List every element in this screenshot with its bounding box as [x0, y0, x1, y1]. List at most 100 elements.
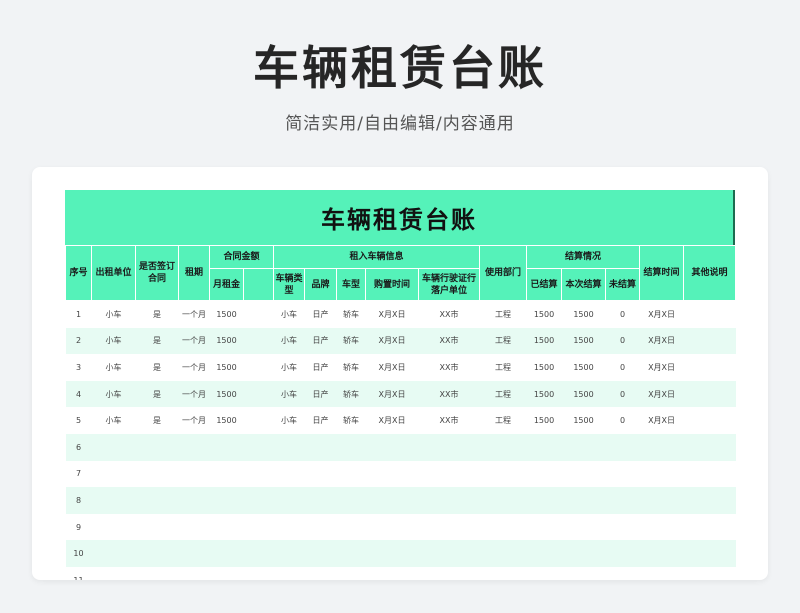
- cell-model[interactable]: 轿车: [336, 327, 366, 355]
- cell-department[interactable]: [479, 487, 527, 514]
- cell-unit[interactable]: 小车: [91, 354, 136, 381]
- cell-notes[interactable]: [683, 300, 736, 328]
- cell-notes[interactable]: [683, 487, 736, 514]
- cell-license-unit[interactable]: [418, 540, 480, 567]
- cell-settled[interactable]: [526, 566, 562, 580]
- cell-unsettled[interactable]: [605, 487, 640, 514]
- cell-license-unit[interactable]: [418, 566, 480, 580]
- cell-seq[interactable]: 2: [65, 327, 92, 355]
- cell-settle-time[interactable]: [639, 487, 684, 514]
- cell-brand[interactable]: [304, 460, 337, 488]
- cell-license-unit[interactable]: XX市: [418, 354, 480, 381]
- cell-period[interactable]: 一个月: [178, 300, 210, 328]
- cell-settled[interactable]: [526, 487, 562, 514]
- cell-monthly-rent[interactable]: 1500: [209, 407, 244, 434]
- cell-vehicle-type[interactable]: 小车: [273, 354, 305, 381]
- cell-license-unit[interactable]: XX市: [418, 327, 480, 355]
- cell-vehicle-type[interactable]: [273, 540, 305, 567]
- cell-purchase-time[interactable]: X月X日: [365, 407, 419, 434]
- cell-unit[interactable]: [91, 513, 136, 541]
- cell-monthly-rent[interactable]: [209, 540, 244, 567]
- cell-this-settle[interactable]: 1500: [561, 354, 606, 381]
- cell-department[interactable]: [479, 513, 527, 541]
- cell-model[interactable]: 轿车: [336, 380, 366, 408]
- cell-seq[interactable]: 7: [65, 460, 92, 488]
- cell-model[interactable]: [336, 433, 366, 461]
- cell-purchase-time[interactable]: X月X日: [365, 327, 419, 355]
- cell-unit[interactable]: [91, 460, 136, 488]
- cell-settled[interactable]: 1500: [526, 354, 562, 381]
- cell-settled[interactable]: 1500: [526, 327, 562, 355]
- cell-amount-extra[interactable]: [243, 380, 274, 408]
- cell-this-settle[interactable]: [561, 487, 606, 514]
- cell-vehicle-type[interactable]: 小车: [273, 380, 305, 408]
- cell-purchase-time[interactable]: X月X日: [365, 300, 419, 328]
- cell-unit[interactable]: [91, 487, 136, 514]
- cell-this-settle[interactable]: 1500: [561, 300, 606, 328]
- cell-unsettled[interactable]: [605, 460, 640, 488]
- cell-settle-time[interactable]: X月X日: [639, 300, 684, 328]
- cell-monthly-rent[interactable]: 1500: [209, 300, 244, 328]
- cell-model[interactable]: [336, 487, 366, 514]
- cell-notes[interactable]: [683, 380, 736, 408]
- cell-settled[interactable]: 1500: [526, 407, 562, 434]
- cell-brand[interactable]: [304, 540, 337, 567]
- cell-settled[interactable]: 1500: [526, 300, 562, 328]
- cell-this-settle[interactable]: [561, 566, 606, 580]
- cell-purchase-time[interactable]: [365, 487, 419, 514]
- cell-brand[interactable]: [304, 433, 337, 461]
- cell-unsettled[interactable]: 0: [605, 327, 640, 355]
- cell-unit[interactable]: [91, 566, 136, 580]
- cell-unsettled[interactable]: 0: [605, 380, 640, 408]
- cell-settle-time[interactable]: [639, 513, 684, 541]
- cell-amount-extra[interactable]: [243, 540, 274, 567]
- cell-vehicle-type[interactable]: [273, 566, 305, 580]
- cell-amount-extra[interactable]: [243, 513, 274, 541]
- cell-license-unit[interactable]: [418, 487, 480, 514]
- cell-brand[interactable]: 日产: [304, 300, 337, 328]
- cell-purchase-time[interactable]: [365, 540, 419, 567]
- cell-period[interactable]: 一个月: [178, 380, 210, 408]
- cell-period[interactable]: [178, 433, 210, 461]
- cell-purchase-time[interactable]: [365, 433, 419, 461]
- cell-seq[interactable]: 3: [65, 354, 92, 381]
- cell-notes[interactable]: [683, 433, 736, 461]
- cell-amount-extra[interactable]: [243, 407, 274, 434]
- cell-vehicle-type[interactable]: [273, 513, 305, 541]
- cell-this-settle[interactable]: 1500: [561, 380, 606, 408]
- cell-contract-signed[interactable]: 是: [135, 407, 179, 434]
- cell-period[interactable]: [178, 460, 210, 488]
- cell-monthly-rent[interactable]: [209, 513, 244, 541]
- cell-model[interactable]: [336, 460, 366, 488]
- cell-contract-signed[interactable]: 是: [135, 380, 179, 408]
- cell-unit[interactable]: [91, 433, 136, 461]
- cell-unsettled[interactable]: 0: [605, 300, 640, 328]
- cell-model[interactable]: [336, 513, 366, 541]
- cell-notes[interactable]: [683, 566, 736, 580]
- cell-seq[interactable]: 9: [65, 513, 92, 541]
- cell-unit[interactable]: 小车: [91, 327, 136, 355]
- cell-settled[interactable]: [526, 433, 562, 461]
- cell-brand[interactable]: 日产: [304, 354, 337, 381]
- cell-amount-extra[interactable]: [243, 487, 274, 514]
- cell-this-settle[interactable]: [561, 513, 606, 541]
- cell-amount-extra[interactable]: [243, 460, 274, 488]
- cell-monthly-rent[interactable]: [209, 460, 244, 488]
- cell-department[interactable]: 工程: [479, 407, 527, 434]
- cell-settle-time[interactable]: X月X日: [639, 354, 684, 381]
- cell-notes[interactable]: [683, 354, 736, 381]
- cell-contract-signed[interactable]: 是: [135, 354, 179, 381]
- cell-this-settle[interactable]: 1500: [561, 407, 606, 434]
- cell-brand[interactable]: 日产: [304, 380, 337, 408]
- cell-monthly-rent[interactable]: [209, 487, 244, 514]
- cell-amount-extra[interactable]: [243, 566, 274, 580]
- cell-period[interactable]: [178, 513, 210, 541]
- cell-settle-time[interactable]: [639, 566, 684, 580]
- cell-notes[interactable]: [683, 407, 736, 434]
- cell-department[interactable]: [479, 540, 527, 567]
- cell-seq[interactable]: 5: [65, 407, 92, 434]
- cell-seq[interactable]: 11: [65, 566, 92, 580]
- cell-license-unit[interactable]: XX市: [418, 300, 480, 328]
- cell-brand[interactable]: [304, 513, 337, 541]
- cell-unit[interactable]: [91, 540, 136, 567]
